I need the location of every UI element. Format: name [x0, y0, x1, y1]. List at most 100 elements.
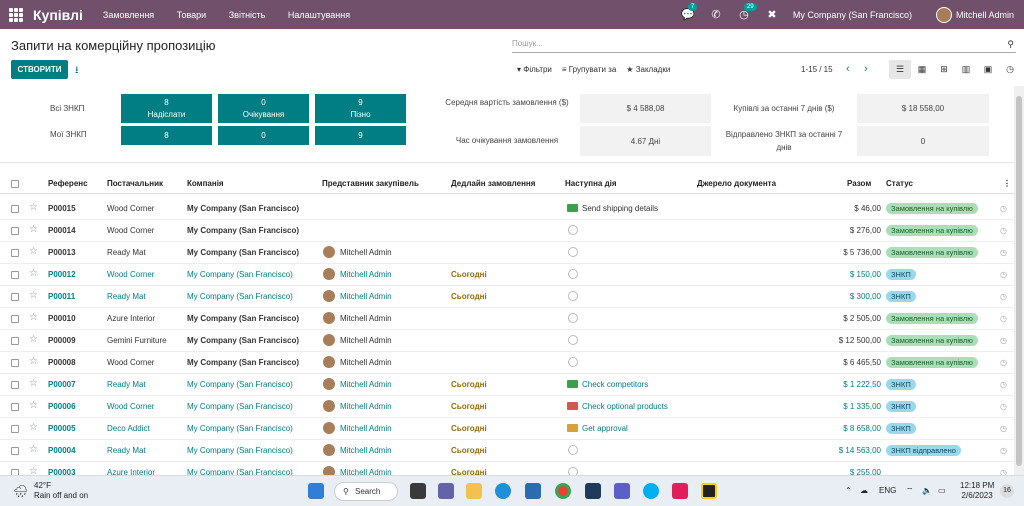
priority-star-icon[interactable]: ☆ — [29, 224, 38, 235]
scrollbar[interactable] — [1014, 86, 1024, 475]
row-activity-icon[interactable]: ◷ — [1000, 380, 1007, 389]
table-row[interactable]: ☆ P00014 Wood Corner My Company (San Franci… — [0, 220, 1014, 242]
tray-chevron-icon[interactable]: ⌃ — [845, 486, 852, 495]
phone-icon[interactable]: ✆ — [709, 8, 723, 22]
taskbar-search[interactable]: ⚲ Search — [334, 482, 398, 501]
activity-clock-icon[interactable] — [568, 335, 578, 345]
row-next-activity[interactable]: Get approval — [582, 424, 628, 433]
cloud-icon[interactable]: ☁ — [860, 486, 868, 495]
col-source[interactable]: Джерело документа — [697, 179, 776, 188]
sticky-notes-icon[interactable] — [701, 483, 717, 499]
tile-late[interactable]: 9 Пізно — [315, 94, 406, 123]
activity-type-icon[interactable] — [567, 380, 578, 388]
table-row[interactable]: ☆ P00010 Azure Interior My Company (San Fra… — [0, 308, 1014, 330]
activity-clock-icon[interactable] — [568, 313, 578, 323]
priority-star-icon[interactable]: ☆ — [29, 422, 38, 433]
pager-next-icon[interactable]: › — [864, 63, 868, 75]
priority-star-icon[interactable]: ☆ — [29, 378, 38, 389]
row-reference[interactable]: P00005 — [48, 424, 76, 433]
row-activity-icon[interactable]: ◷ — [1000, 292, 1007, 301]
user-menu[interactable]: Mitchell Admin — [956, 10, 1014, 20]
row-reference[interactable]: P00012 — [48, 270, 76, 279]
table-row[interactable]: ☆ P00005 Deco Addict My Company (San Franci… — [0, 418, 1014, 440]
priority-star-icon[interactable]: ☆ — [29, 202, 38, 213]
table-row[interactable]: ☆ P00008 Wood Corner My Company (San Franci… — [0, 352, 1014, 374]
activity-clock-icon[interactable] — [568, 291, 578, 301]
priority-star-icon[interactable]: ☆ — [29, 312, 38, 323]
row-checkbox[interactable] — [11, 315, 19, 323]
row-checkbox[interactable] — [11, 381, 19, 389]
col-buyer[interactable]: Представник закупівель — [322, 179, 419, 188]
row-reference[interactable]: P00008 — [48, 358, 76, 367]
col-company[interactable]: Компанія — [187, 179, 224, 188]
teams-icon[interactable] — [614, 483, 630, 499]
row-reference[interactable]: P00006 — [48, 402, 76, 411]
activity-clock-icon[interactable] — [568, 225, 578, 235]
row-reference[interactable]: P00007 — [48, 380, 76, 389]
tile-to-send[interactable]: 8 Надіслати — [121, 94, 212, 123]
app-icon[interactable] — [585, 483, 601, 499]
app-name[interactable]: Купівлі — [33, 7, 83, 23]
activity-type-icon[interactable] — [567, 424, 578, 432]
row-checkbox[interactable] — [11, 205, 19, 213]
row-checkbox[interactable] — [11, 425, 19, 433]
row-reference[interactable]: P00015 — [48, 204, 76, 213]
task-view-icon[interactable] — [410, 483, 426, 499]
row-activity-icon[interactable]: ◷ — [1000, 358, 1007, 367]
menu-configuration[interactable]: Налаштування — [288, 10, 350, 20]
col-total[interactable]: Разом — [847, 179, 871, 188]
priority-star-icon[interactable]: ☆ — [29, 356, 38, 367]
row-activity-icon[interactable]: ◷ — [1000, 314, 1007, 323]
wifi-icon[interactable]: ⌔ — [906, 486, 914, 496]
row-reference[interactable]: P00013 — [48, 248, 76, 257]
col-deadline[interactable]: Дедлайн замовлення — [451, 179, 535, 188]
row-next-activity[interactable]: Send shipping details — [582, 204, 658, 213]
create-button[interactable]: СТВОРИТИ — [11, 60, 68, 79]
graph-view-icon[interactable]: ▥ — [955, 60, 977, 79]
row-checkbox[interactable] — [11, 227, 19, 235]
tile-my-late[interactable]: 9 — [315, 126, 406, 145]
table-row[interactable]: ☆ P00011 Ready Mat My Company (San Francisc… — [0, 286, 1014, 308]
store-icon[interactable] — [525, 483, 541, 499]
list-view-icon[interactable]: ☰ — [889, 60, 911, 79]
table-row[interactable]: ☆ P00012 Wood Corner My Company (San Franci… — [0, 264, 1014, 286]
row-reference[interactable]: P00011 — [48, 292, 75, 301]
col-status[interactable]: Статус — [886, 179, 913, 188]
priority-star-icon[interactable]: ☆ — [29, 334, 38, 345]
select-all-checkbox[interactable] — [11, 180, 19, 188]
row-activity-icon[interactable]: ◷ — [1000, 336, 1007, 345]
priority-star-icon[interactable]: ☆ — [29, 246, 38, 257]
priority-star-icon[interactable]: ☆ — [29, 444, 38, 455]
menu-orders[interactable]: Замовлення — [103, 10, 154, 20]
weather-widget[interactable]: 42°F Rain off and on — [34, 481, 88, 501]
row-checkbox[interactable] — [11, 359, 19, 367]
user-avatar[interactable] — [935, 6, 952, 23]
activity-type-icon[interactable] — [567, 402, 578, 410]
row-checkbox[interactable] — [11, 271, 19, 279]
search-input[interactable]: Пошук... ⚲ — [512, 36, 1016, 53]
activity-clock-icon[interactable] — [568, 357, 578, 367]
slack-icon[interactable] — [672, 483, 688, 499]
company-switcher[interactable]: My Company (San Francisco) — [793, 10, 912, 20]
row-checkbox[interactable] — [11, 293, 19, 301]
row-checkbox[interactable] — [11, 249, 19, 257]
priority-star-icon[interactable]: ☆ — [29, 268, 38, 279]
battery-icon[interactable]: ▭ — [938, 486, 946, 495]
pager-value[interactable]: 1-15 / 15 — [801, 65, 833, 74]
chat-icon[interactable]: 💬 7 — [681, 2, 698, 22]
notification-badge[interactable]: 16 — [1000, 484, 1014, 498]
row-reference[interactable]: P00004 — [48, 446, 76, 455]
row-checkbox[interactable] — [11, 447, 19, 455]
row-reference[interactable]: P00014 — [48, 226, 76, 235]
row-activity-icon[interactable]: ◷ — [1000, 402, 1007, 411]
tile-my-waiting[interactable]: 0 — [218, 126, 309, 145]
table-row[interactable]: ☆ P00006 Wood Corner My Company (San Franci… — [0, 396, 1014, 418]
pager-prev-icon[interactable]: ‹ — [846, 63, 850, 75]
row-activity-icon[interactable]: ◷ — [1000, 270, 1007, 279]
col-next-activity[interactable]: Наступна дія — [565, 179, 617, 188]
windows-start-icon[interactable] — [308, 483, 324, 499]
search-icon[interactable]: ⚲ — [1007, 39, 1014, 50]
activity-view-icon[interactable]: ◷ — [999, 60, 1021, 79]
table-row[interactable]: ☆ P00015 Wood Corner My Company (San Franci… — [0, 198, 1014, 220]
apps-menu-icon[interactable] — [9, 7, 23, 22]
